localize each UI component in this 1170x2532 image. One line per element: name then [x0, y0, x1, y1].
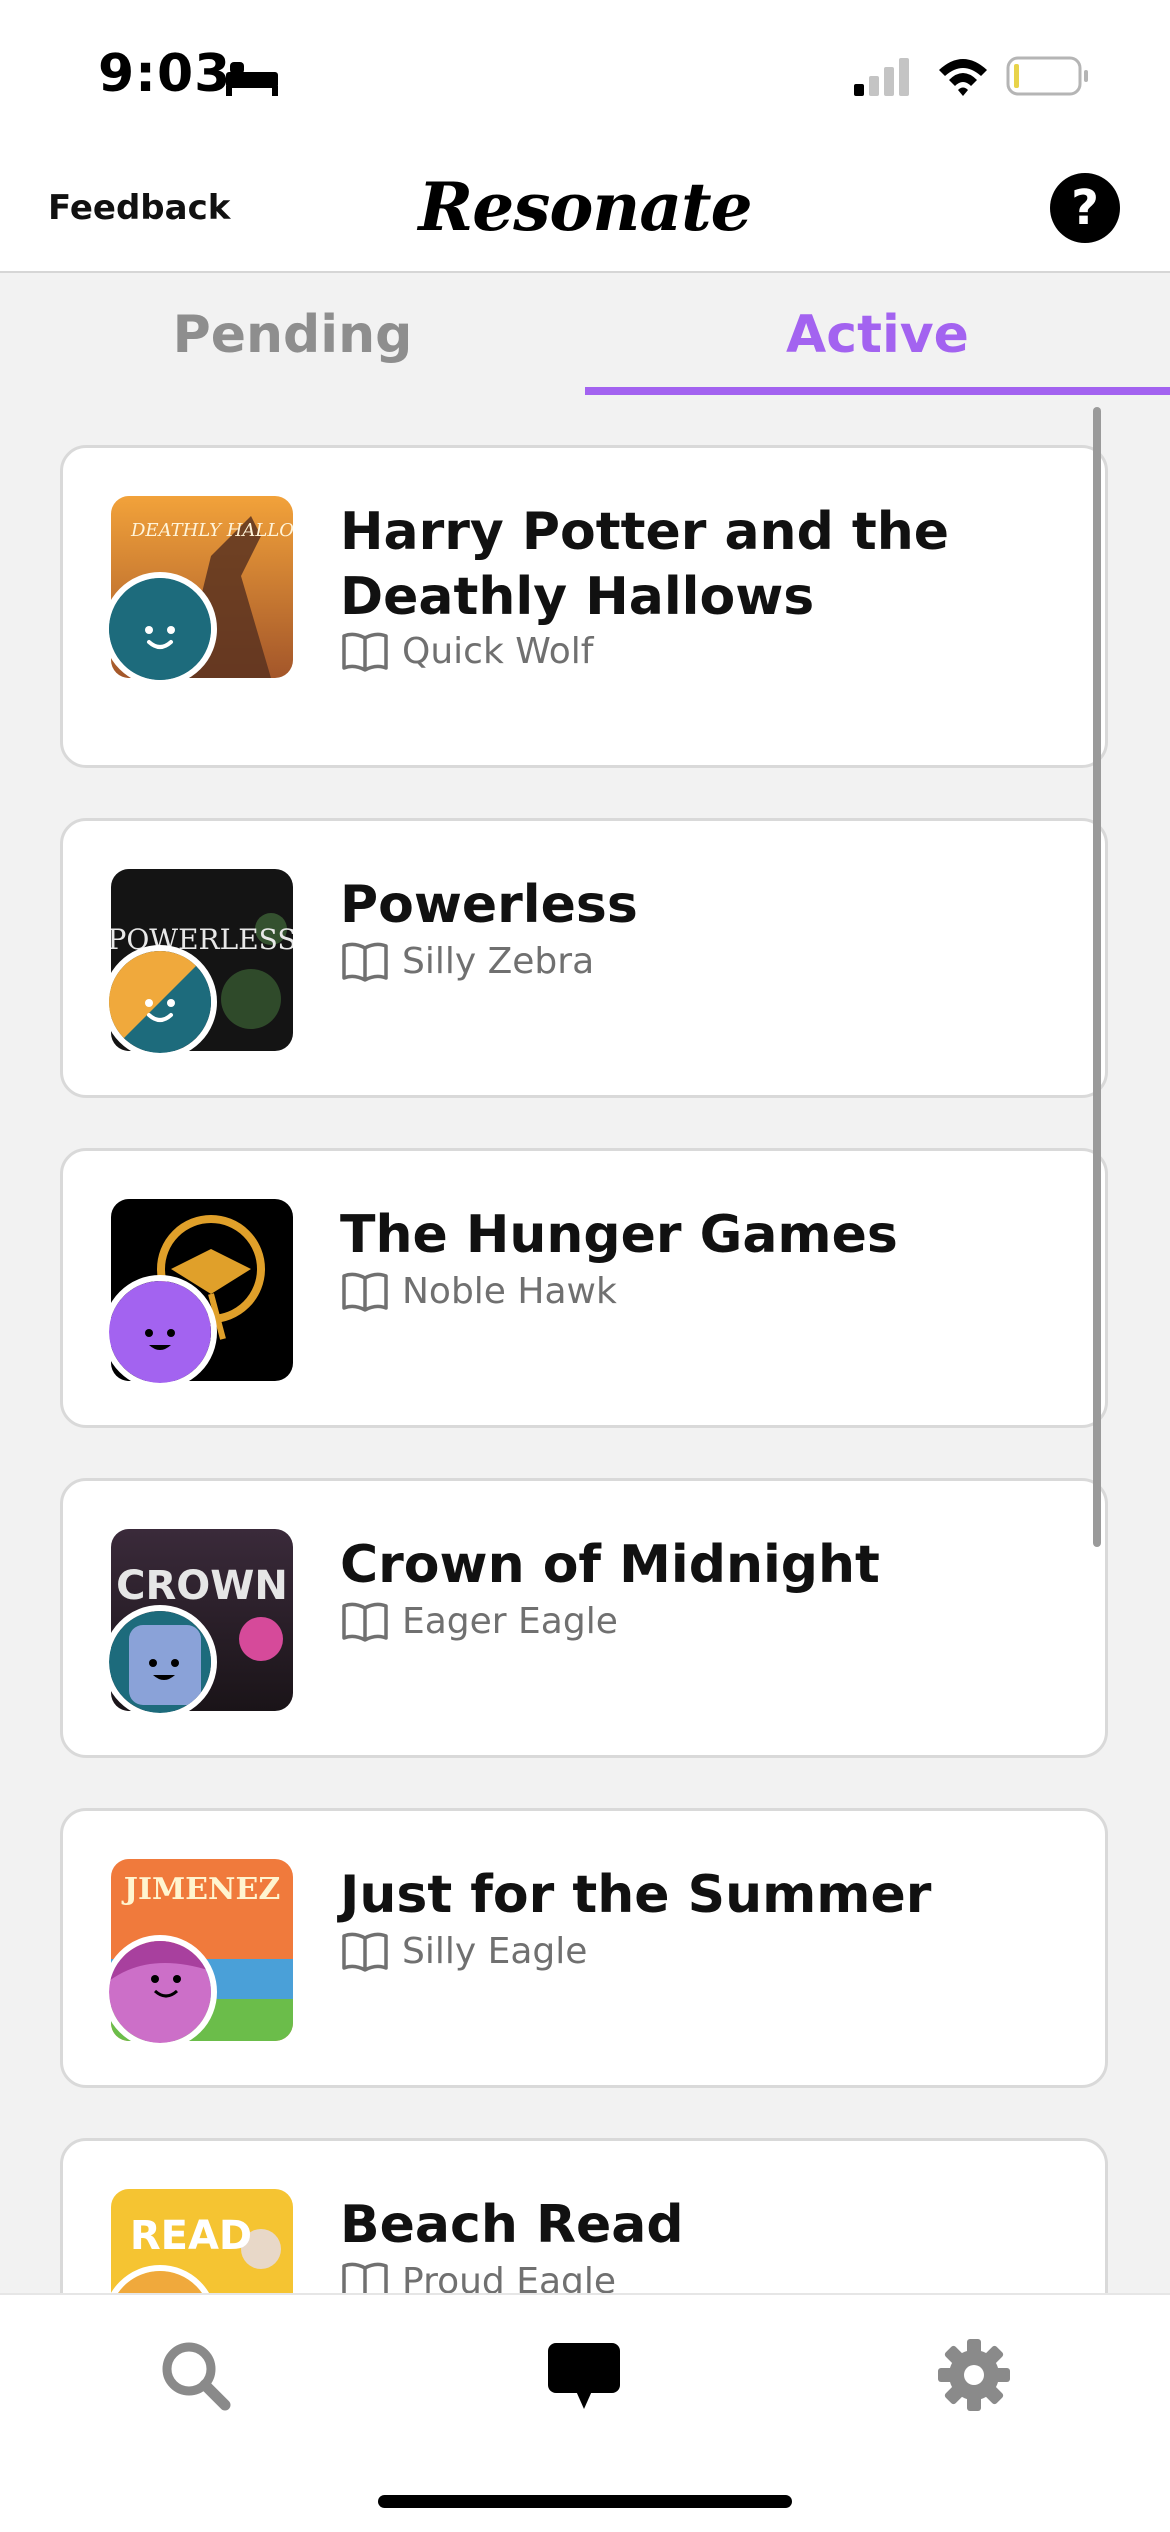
app-header: Feedback Resonate ? [0, 150, 1170, 273]
partner-name: Silly Eagle [402, 1930, 588, 1972]
tab-active[interactable]: Active [585, 305, 1170, 365]
book-title: Just for the Summer [340, 1865, 932, 1925]
book-icon [342, 1272, 388, 1312]
svg-text:CROWN: CROWN [116, 1563, 288, 1609]
book-icon [342, 1932, 388, 1972]
book-title: Crown of Midnight [340, 1535, 880, 1595]
battery-icon [1006, 56, 1088, 96]
tab-pending[interactable]: Pending [0, 305, 585, 365]
book-icon [342, 632, 388, 672]
book-icon [342, 1602, 388, 1642]
svg-text:JIMENEZ: JIMENEZ [121, 1872, 281, 1907]
wifi-icon [939, 59, 987, 96]
status-bar: 9:03 [0, 0, 1170, 150]
chat-icon[interactable] [546, 2337, 622, 2413]
partner-avatar [103, 1605, 217, 1719]
cellular-signal-icon [854, 58, 909, 96]
partner-name: Proud Eagle [402, 2260, 617, 2294]
conversation-card[interactable]: The Hunger Games Noble Hawk [60, 1148, 1108, 1428]
partner-row: Silly Zebra [340, 938, 594, 984]
help-button[interactable]: ? [1050, 173, 1120, 243]
status-time: 9:03 [98, 44, 232, 104]
conversation-card[interactable]: JIMENEZ Just for the Summer Silly Eagle [60, 1808, 1108, 2088]
partner-row: Quick Wolf [340, 628, 593, 674]
book-title: Powerless [340, 875, 638, 935]
partner-avatar [103, 1275, 217, 1389]
conversation-card[interactable]: READ Beach Read Proud Eagle [60, 2138, 1108, 2293]
partner-avatar [103, 945, 217, 1059]
conversation-card[interactable]: DEATHLY HALLOWS Harry Potter and the Dea… [60, 445, 1108, 768]
active-tab-indicator [585, 387, 1170, 395]
partner-name: Noble Hawk [402, 1270, 617, 1312]
settings-icon[interactable] [936, 2337, 1012, 2413]
book-title: Beach Read [340, 2195, 684, 2255]
app-logo: Resonate [418, 168, 752, 246]
conversation-tabs: Pending Active [0, 275, 1170, 397]
app-screen: 9:03 Feedback Resonate ? Pending Active … [0, 0, 1170, 2532]
partner-name: Eager Eagle [402, 1600, 618, 1642]
bottom-tab-bar [0, 2293, 1170, 2532]
conversation-list[interactable]: DEATHLY HALLOWS Harry Potter and the Dea… [0, 397, 1170, 2293]
book-title: The Hunger Games [340, 1205, 898, 1265]
conversation-card[interactable]: CROWN Crown of Midnight Eager Eagle [60, 1478, 1108, 1758]
partner-avatar [103, 572, 217, 686]
partner-name: Quick Wolf [402, 630, 594, 672]
partner-row: Eager Eagle [340, 1598, 618, 1644]
book-icon [342, 942, 388, 982]
partner-row: Proud Eagle [340, 2258, 616, 2293]
partner-row: Noble Hawk [340, 1268, 617, 1314]
scrollbar[interactable] [1093, 407, 1101, 1547]
search-icon[interactable] [157, 2337, 233, 2413]
conversation-card[interactable]: POWERLESS Powerless Silly Zebra [60, 818, 1108, 1098]
book-title: Harry Potter and the Deathly Hallows [340, 502, 950, 627]
partner-name: Silly Zebra [402, 940, 595, 982]
home-indicator [378, 2495, 792, 2508]
partner-row: Silly Eagle [340, 1928, 587, 1974]
svg-text:READ: READ [130, 2213, 252, 2259]
book-icon [342, 2262, 388, 2293]
svg-text:DEATHLY HALLOWS: DEATHLY HALLOWS [130, 520, 293, 541]
partner-avatar [103, 1935, 217, 2049]
sleep-icon [226, 62, 278, 96]
